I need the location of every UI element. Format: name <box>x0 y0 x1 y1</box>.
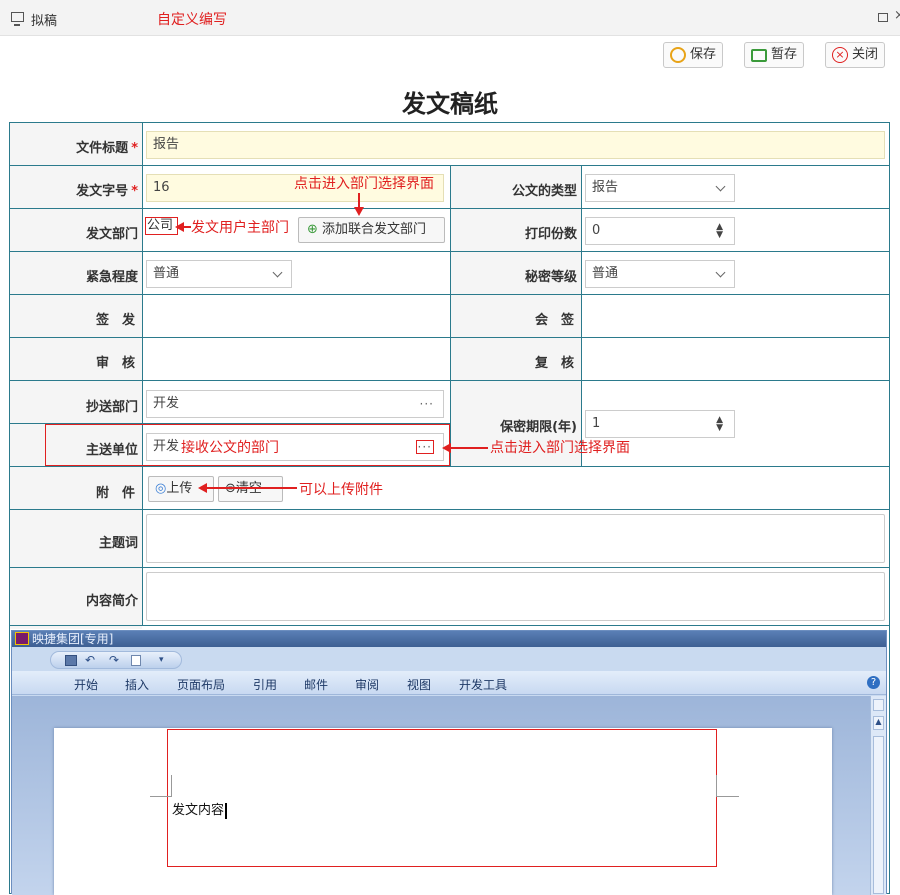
file-title-input[interactable]: 报告 <box>146 131 885 159</box>
cc-dept-label: 抄送部门 <box>85 400 138 415</box>
dept-value: 公司 <box>145 217 178 235</box>
ruler-toggle-icon[interactable] <box>873 699 884 711</box>
more-icon[interactable]: ··· <box>415 440 434 454</box>
maximize-icon[interactable] <box>878 13 888 22</box>
window-titlebar: 拟稿 自定义编写 × <box>0 0 900 36</box>
file-title-label: 文件标题 * <box>76 141 138 156</box>
close-button[interactable]: × 关闭 <box>825 42 886 68</box>
sign-label: 签 发 <box>95 313 135 328</box>
recheck-label: 复 核 <box>534 356 574 371</box>
keep-period-stepper[interactable]: 1 ▲ ▼ <box>585 410 735 438</box>
word-ribbon: 开始 插入 页面布局 引用 邮件 审阅 视图 开发工具 ? <box>12 671 886 695</box>
help-icon[interactable]: ? <box>867 676 880 689</box>
doc-title: 发文稿纸 <box>402 90 498 118</box>
tab-view[interactable]: 视图 <box>407 676 431 693</box>
annotation-upload-hint: 可以上传附件 <box>299 482 383 498</box>
save-icon[interactable] <box>65 655 77 666</box>
main-unit-label: 主送单位 <box>85 443 138 458</box>
review-label: 审 核 <box>95 356 135 371</box>
scroll-thumb[interactable] <box>873 736 884 894</box>
quick-access-toolbar: ↶ ↷ ▾ <box>50 651 182 669</box>
tab-review[interactable]: 审阅 <box>355 676 379 693</box>
countersign-label: 会 签 <box>534 313 574 328</box>
more-icon[interactable]: ··· <box>420 391 434 417</box>
save-icon <box>670 47 686 63</box>
secret-level-label: 秘密等级 <box>524 270 577 285</box>
plus-circle-icon: ⊕ <box>307 222 318 237</box>
word-titlebar: 映捷集团[专用] <box>12 631 886 647</box>
monitor-icon <box>11 12 24 26</box>
secret-level-select[interactable]: 普通 <box>585 260 735 288</box>
urgency-label: 紧急程度 <box>85 270 138 285</box>
doc-type-label: 公文的类型 <box>511 184 577 199</box>
print-count-label: 打印份数 <box>524 227 577 242</box>
keywords-textarea[interactable] <box>146 514 885 563</box>
dept-label: 发文部门 <box>85 227 138 242</box>
tab-home[interactable]: 开始 <box>74 676 98 693</box>
content-highlight <box>167 729 717 867</box>
word-content[interactable]: 发文内容 <box>172 799 228 819</box>
annotation-dept-select-top: 点击进入部门选择界面 <box>294 176 434 192</box>
urgency-select[interactable]: 普通 <box>146 260 292 288</box>
word-scrollbar[interactable]: ▲ <box>870 696 886 895</box>
tab-layout[interactable]: 页面布局 <box>177 676 225 693</box>
spinner-icon[interactable]: ▲ ▼ <box>716 223 723 240</box>
doc-number-label: 发文字号 * <box>76 184 138 199</box>
word-page[interactable]: 发文内容 <box>54 728 832 895</box>
text-caret <box>225 802 228 819</box>
scroll-up-icon[interactable]: ▲ <box>873 716 884 730</box>
tab-references[interactable]: 引用 <box>253 676 277 693</box>
annotation-receive-dept: 接收公文的部门 <box>181 440 279 456</box>
add-joint-dept-button[interactable]: ⊕ 添加联合发文部门 <box>298 217 445 243</box>
word-workarea: 发文内容 <box>12 696 870 895</box>
window-close-icon[interactable]: × <box>894 8 900 23</box>
attachment-label: 附 件 <box>95 486 135 501</box>
summary-label: 内容简介 <box>85 594 138 609</box>
annotation-dept-select-right: 点击进入部门选择界面 <box>490 440 630 456</box>
cc-dept-input[interactable]: 开发 ··· <box>146 390 444 418</box>
new-doc-icon[interactable] <box>131 655 141 666</box>
printer-icon <box>751 49 767 62</box>
keep-period-label: 保密期限(年) <box>500 420 577 435</box>
print-count-stepper[interactable]: 0 ▲ ▼ <box>585 217 735 245</box>
tab-insert[interactable]: 插入 <box>125 676 149 693</box>
redo-icon[interactable]: ↷ <box>109 654 121 666</box>
tab-mailings[interactable]: 邮件 <box>304 676 328 693</box>
summary-textarea[interactable] <box>146 572 885 621</box>
annotation-user-dept: 发文用户主部门 <box>191 220 289 236</box>
chevron-down-icon <box>715 267 726 278</box>
close-circle-icon: × <box>832 47 848 63</box>
spinner-icon[interactable]: ▲ ▼ <box>716 416 723 433</box>
upload-icon: ◎ <box>155 481 167 496</box>
draft-button[interactable]: 暂存 <box>744 42 805 68</box>
chevron-down-icon <box>715 181 726 192</box>
custom-note: 自定义编写 <box>157 12 227 28</box>
word-editor[interactable]: 映捷集团[专用] ↶ ↷ ▾ 开始 插入 页面布局 引用 邮件 审阅 视图 开发… <box>11 630 887 895</box>
customize-icon[interactable]: ▾ <box>159 655 171 666</box>
clear-button[interactable]: ⊜清空 <box>218 476 283 502</box>
doc-type-select[interactable]: 报告 <box>585 174 735 202</box>
keywords-label: 主题词 <box>98 536 138 551</box>
brand-logo-icon <box>15 632 29 645</box>
window-title: 拟稿 <box>31 14 58 29</box>
tab-developer[interactable]: 开发工具 <box>459 676 507 693</box>
chevron-down-icon <box>272 267 283 278</box>
undo-icon[interactable]: ↶ <box>85 654 97 666</box>
save-button[interactable]: 保存 <box>663 42 724 68</box>
word-title: 映捷集团[专用] <box>32 632 114 646</box>
